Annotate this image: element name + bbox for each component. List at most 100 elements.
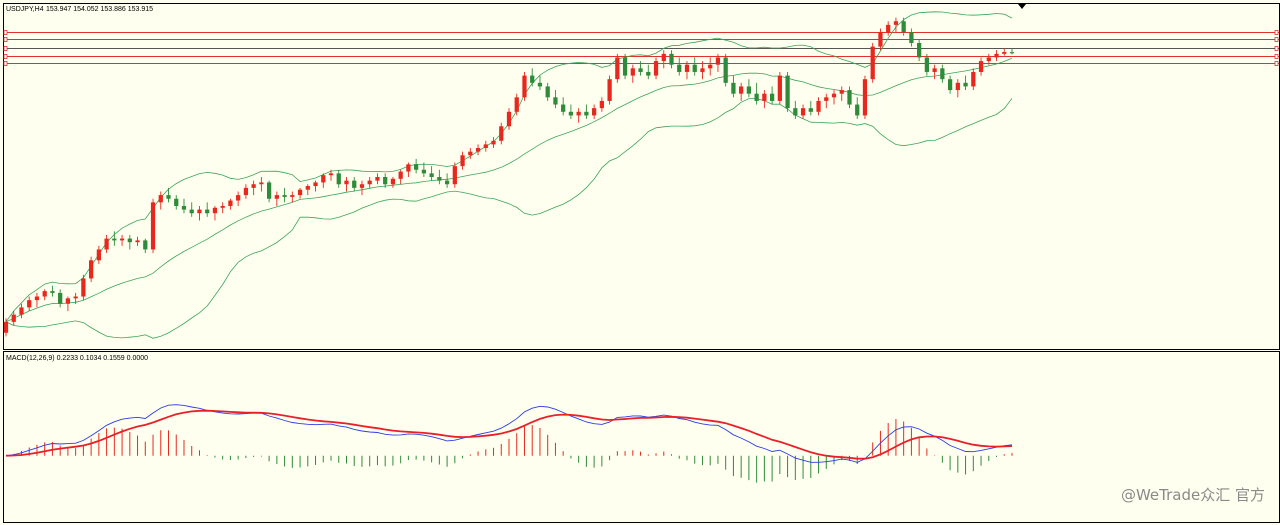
candle: [615, 53, 620, 83]
level-handle-left[interactable]: [3, 61, 8, 66]
candle-body: [344, 180, 349, 185]
candle-body: [545, 86, 550, 98]
candle-body: [746, 86, 752, 94]
candle-body: [81, 278, 86, 297]
candle-body: [715, 57, 721, 65]
candle-body: [530, 75, 535, 83]
watermark: @WeTrade众汇 官方: [1121, 486, 1265, 504]
candle-body: [576, 111, 581, 116]
candle: [88, 256, 94, 283]
candle-body: [591, 108, 597, 116]
candle-body: [243, 187, 249, 196]
candle: [870, 42, 875, 83]
candle-body: [143, 240, 148, 250]
candle-body: [561, 104, 566, 112]
level-handle-right[interactable]: [1274, 46, 1279, 51]
candle-body: [236, 195, 241, 201]
candle-body: [514, 97, 519, 112]
candle-body: [932, 68, 937, 72]
candle-body: [878, 32, 883, 47]
candle-body: [831, 93, 837, 98]
candle: [785, 71, 790, 112]
candle-body: [607, 79, 612, 101]
candle: [522, 71, 527, 101]
candle-body: [994, 53, 999, 58]
candle-body: [112, 238, 117, 241]
candle-body: [684, 64, 690, 72]
candle-body: [421, 169, 427, 174]
candle-body: [166, 195, 171, 199]
candle-body: [11, 314, 16, 322]
candle-body: [197, 209, 202, 214]
candle-body: [940, 68, 945, 80]
candle-body: [816, 100, 821, 112]
candle-body: [205, 209, 210, 214]
candle-body: [754, 93, 759, 101]
candle: [452, 162, 457, 188]
candle-body: [653, 61, 659, 76]
candle-body: [917, 42, 922, 58]
header-ohlc: 153.947 154.052 153.886 153.915: [46, 6, 153, 13]
candle-body: [274, 195, 279, 199]
candle-body: [638, 68, 643, 72]
candle-body: [321, 175, 326, 183]
candle-body: [862, 79, 868, 116]
candle-body: [553, 97, 558, 105]
candle-body: [909, 32, 914, 43]
candle: [777, 71, 782, 105]
candle-body: [50, 291, 55, 293]
candle-body: [34, 296, 40, 301]
candle-body: [955, 82, 960, 91]
candle-body: [266, 182, 272, 199]
candle-body: [3, 321, 9, 333]
candle-body: [414, 164, 419, 170]
candle-body: [189, 209, 194, 214]
price-chart: USDJPY,H4 153.947 154.052 153.886 153.91…: [0, 0, 1280, 525]
candle: [150, 198, 156, 254]
candle-body: [96, 249, 101, 261]
level-handle-right[interactable]: [1274, 61, 1279, 66]
candle-body: [708, 64, 713, 69]
candle-body: [150, 202, 156, 250]
level-handle-left[interactable]: [3, 46, 8, 51]
candle-body: [158, 195, 163, 203]
level-handle-left[interactable]: [3, 37, 8, 42]
level-handle-left[interactable]: [3, 30, 8, 35]
candle-body: [174, 198, 179, 206]
candle: [622, 53, 628, 80]
candle-body: [390, 178, 396, 185]
candle-body: [971, 71, 976, 87]
candle-body: [824, 97, 829, 101]
level-handle-right[interactable]: [1274, 54, 1279, 59]
candle-body: [630, 68, 635, 76]
candle-body: [398, 171, 403, 179]
candle-body: [762, 93, 767, 101]
candle-body: [359, 184, 365, 188]
candle-body: [870, 46, 875, 80]
candle-body: [615, 57, 620, 80]
candle-body: [444, 180, 450, 185]
candle-body: [924, 57, 930, 72]
candle-body: [65, 298, 71, 304]
candle-body: [886, 24, 891, 33]
candle-body: [27, 300, 32, 308]
candle-body: [769, 93, 775, 101]
candle-body: [1009, 52, 1015, 54]
level-handle-right[interactable]: [1274, 30, 1279, 35]
chart-root: USDJPY,H4 153.947 154.052 153.886 153.91…: [0, 0, 1280, 525]
candle: [607, 75, 612, 105]
candle-body: [847, 90, 852, 105]
candle-body: [305, 186, 310, 190]
candle-body: [251, 184, 256, 188]
level-handle-right[interactable]: [1274, 37, 1279, 42]
level-handle-left[interactable]: [3, 54, 8, 59]
candle-body: [800, 108, 806, 116]
candle-body: [228, 200, 233, 206]
candle-body: [58, 292, 63, 304]
header-symbol: USDJPY,H4: [6, 6, 44, 13]
candle-body: [73, 296, 78, 299]
candle-body: [297, 189, 303, 196]
candle-body: [181, 205, 187, 210]
candle-body: [406, 164, 411, 172]
candle-body: [963, 82, 968, 87]
